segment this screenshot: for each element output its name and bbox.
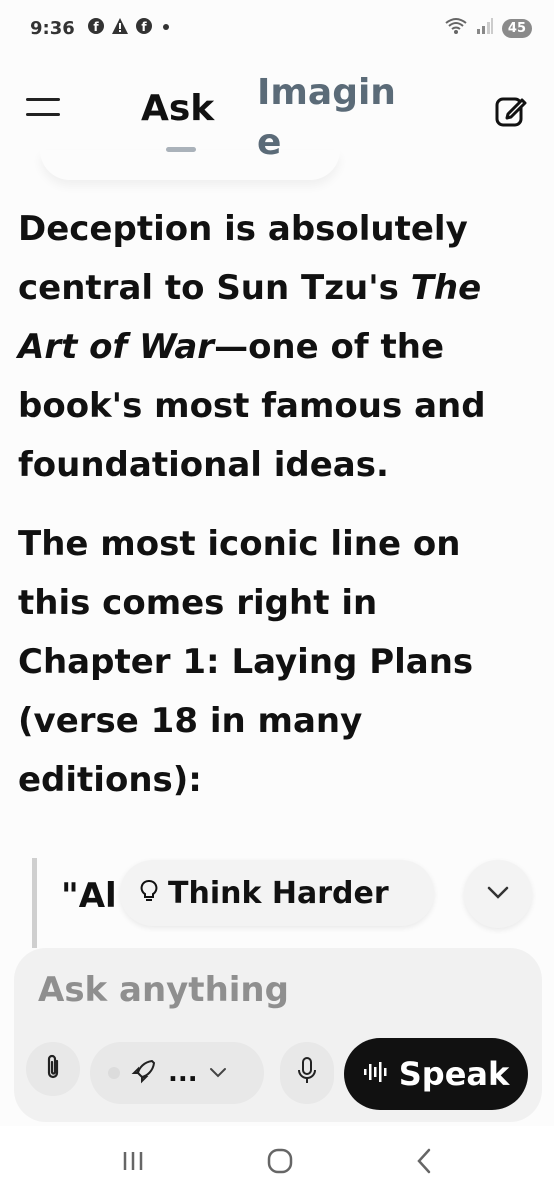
microphone-icon bbox=[296, 1056, 318, 1090]
status-bar: 9:36 f f 45 bbox=[0, 0, 554, 56]
android-nav-bar bbox=[0, 1126, 554, 1200]
home-icon[interactable] bbox=[266, 1147, 294, 1179]
composer: Ask anything ... Speak bbox=[14, 948, 542, 1122]
svg-text:f: f bbox=[93, 20, 99, 34]
speak-button[interactable]: Speak bbox=[344, 1038, 528, 1110]
attach-button[interactable] bbox=[26, 1042, 80, 1096]
rocket-icon bbox=[130, 1057, 158, 1089]
menu-icon[interactable] bbox=[26, 98, 60, 122]
facebook-icon: f bbox=[87, 17, 105, 39]
status-time: 9:36 bbox=[30, 17, 75, 39]
paragraph-2: The most iconic line on this comes right… bbox=[18, 524, 474, 800]
lightbulb-icon bbox=[140, 879, 158, 907]
waveform-icon bbox=[363, 1060, 389, 1088]
back-icon[interactable] bbox=[414, 1147, 434, 1179]
response-content: Deception is absolutely central to Sun T… bbox=[18, 200, 538, 830]
ask-input[interactable]: Ask anything bbox=[38, 970, 289, 1010]
quote-text: "Al bbox=[61, 876, 117, 916]
svg-text:f: f bbox=[141, 20, 147, 34]
recent-apps-icon[interactable] bbox=[120, 1148, 146, 1178]
signal-icon bbox=[476, 17, 494, 40]
paragraph-1: Deception is absolutely central to Sun T… bbox=[18, 200, 538, 495]
header-shadow bbox=[40, 150, 340, 180]
think-harder-label: Think Harder bbox=[168, 875, 389, 911]
mode-label: ... bbox=[168, 1058, 198, 1088]
mode-dot bbox=[108, 1067, 120, 1079]
chevron-down-icon bbox=[486, 884, 510, 904]
chevron-down-icon bbox=[208, 1064, 228, 1083]
tab-ask[interactable]: Ask bbox=[141, 88, 214, 129]
microphone-button[interactable] bbox=[280, 1042, 334, 1104]
dot-icon bbox=[159, 19, 173, 38]
paperclip-icon bbox=[42, 1053, 64, 1085]
edit-icon[interactable] bbox=[494, 94, 528, 128]
warning-icon bbox=[111, 17, 129, 39]
paragraph-1-start: Deception is absolutely central to Sun T… bbox=[18, 209, 468, 308]
facebook-icon: f bbox=[135, 17, 153, 39]
mode-selector[interactable]: ... bbox=[90, 1042, 264, 1104]
think-harder-button[interactable]: Think Harder bbox=[120, 860, 434, 926]
status-left: 9:36 f f bbox=[30, 17, 173, 39]
scroll-down-button[interactable] bbox=[464, 860, 532, 928]
status-right: 45 bbox=[444, 16, 532, 41]
wifi-icon bbox=[444, 16, 468, 41]
battery-indicator: 45 bbox=[501, 18, 532, 38]
speak-label: Speak bbox=[398, 1055, 510, 1093]
